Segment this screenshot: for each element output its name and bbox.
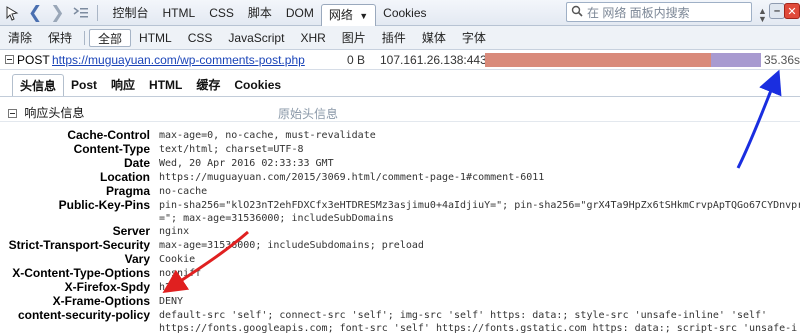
header-value-continued: https://fonts.googleapis.com; font-src '… (159, 323, 798, 334)
section-title: 响应头信息 (24, 106, 85, 120)
header-row: Public-Key-Pins pin-sha256="klO23nT2ehFD… (0, 198, 800, 226)
tab-console[interactable]: 控制台 (106, 3, 156, 23)
detail-tab-cookies[interactable]: Cookies (227, 74, 288, 96)
clear-button[interactable]: 清除 (0, 29, 40, 47)
timing-bar-waiting[interactable] (711, 53, 761, 67)
filter-plugins[interactable]: 插件 (374, 29, 414, 47)
back-arrow-icon[interactable]: ❮ (28, 3, 42, 23)
tab-network-label: 网络 (328, 7, 353, 22)
header-row: Date Wed, 20 Apr 2016 02:33:33 GMT (0, 156, 800, 170)
nav-down-icon[interactable]: ▼ (758, 14, 767, 24)
header-row: Server nginx (0, 224, 800, 238)
minimize-icon[interactable]: – (769, 3, 785, 19)
tab-network[interactable]: 网络 ▼ (320, 3, 377, 26)
header-name: Content-Type (73, 142, 150, 156)
filter-fonts[interactable]: 字体 (454, 29, 494, 47)
detail-tab-post[interactable]: Post (64, 74, 104, 96)
console-list-icon[interactable] (73, 5, 89, 21)
header-row: Pragma no-cache (0, 184, 800, 198)
header-name: content-security-policy (17, 308, 150, 322)
header-value: DENY (159, 296, 184, 307)
header-name: Vary (124, 252, 150, 266)
firebug-toolbar: ❮ ❯ 控制台 HTML CSS 脚本 DOM 网络 ▼ Cookies 在 网… (0, 0, 800, 26)
detail-tab-cache[interactable]: 缓存 (189, 74, 227, 96)
header-value: Cookie (159, 254, 196, 265)
header-row: Strict-Transport-Security max-age=315360… (0, 238, 800, 252)
header-value: max-age=0, no-cache, must-revalidate (159, 130, 376, 141)
request-remote-ip: 107.161.26.138:443 (380, 53, 487, 67)
response-headers-section[interactable]: 响应头信息 (8, 104, 84, 121)
tab-css[interactable]: CSS (202, 3, 241, 23)
header-name: Location (100, 170, 150, 184)
detail-tab-headers[interactable]: 头信息 (12, 74, 65, 96)
detail-tab-html[interactable]: HTML (142, 74, 189, 96)
filter-xhr[interactable]: XHR (292, 29, 333, 47)
header-name: Cache-Control (67, 128, 150, 142)
header-name: X-Firefox-Spdy (64, 280, 150, 294)
dropdown-icon[interactable]: ▼ (359, 11, 368, 21)
header-row: Content-Type text/html; charset=UTF-8 (0, 142, 800, 156)
filter-toolbar: 清除 保持 全部 HTML CSS JavaScript XHR 图片 插件 媒… (0, 26, 800, 50)
header-name: Server (112, 224, 150, 238)
header-name: Pragma (105, 184, 150, 198)
header-row: Vary Cookie (0, 252, 800, 266)
filter-separator (84, 30, 86, 45)
collapse-section-icon[interactable] (8, 109, 17, 118)
header-name: Public-Key-Pins (58, 198, 150, 212)
header-value: nosniff (159, 268, 202, 279)
header-name: Strict-Transport-Security (8, 238, 150, 252)
header-row: X-Frame-Options DENY (0, 294, 800, 308)
detail-tab-response[interactable]: 响应 (104, 74, 142, 96)
tab-html[interactable]: HTML (156, 3, 203, 23)
filter-javascript[interactable]: JavaScript (220, 29, 292, 47)
filter-html[interactable]: HTML (131, 29, 180, 47)
request-time: 35.36s (764, 53, 800, 67)
header-row: content-security-policy default-src 'sel… (0, 308, 800, 334)
firebug-icon[interactable] (4, 5, 20, 21)
request-method: POST (17, 53, 50, 67)
request-url[interactable]: https://muguayuan.com/wp-comments-post.p… (52, 53, 305, 67)
header-value: nginx (159, 226, 190, 237)
header-row: Location https://muguayuan.com/2015/3069… (0, 170, 800, 184)
forward-arrow-icon[interactable]: ❯ (50, 3, 64, 23)
header-row: X-Content-Type-Options nosniff (0, 266, 800, 280)
search-icon (571, 5, 583, 20)
header-value: h2 (159, 282, 172, 293)
request-row[interactable]: POST https://muguayuan.com/wp-comments-p… (0, 50, 800, 70)
header-value: no-cache (159, 186, 208, 197)
header-name: Date (123, 156, 150, 170)
detail-tabs: 头信息 Post 响应 HTML 缓存 Cookies (12, 72, 288, 96)
detail-tabs-divider (0, 96, 800, 97)
filter-css[interactable]: CSS (180, 29, 221, 47)
collapse-request-icon[interactable] (5, 55, 14, 64)
filter-media[interactable]: 媒体 (414, 29, 454, 47)
toolbar-separator (96, 4, 98, 21)
header-row: X-Firefox-Spdy h2 (0, 280, 800, 294)
header-name: X-Content-Type-Options (12, 266, 150, 280)
header-value: text/html; charset=UTF-8 (159, 144, 304, 155)
header-name: X-Frame-Options (52, 294, 150, 308)
tab-cookies[interactable]: Cookies (376, 3, 433, 23)
raw-headers-link[interactable]: 原始头信息 (278, 105, 338, 122)
filter-all[interactable]: 全部 (89, 28, 132, 47)
header-value: Wed, 20 Apr 2016 02:33:33 GMT (159, 158, 334, 169)
persist-button[interactable]: 保持 (40, 29, 80, 47)
header-row: Cache-Control max-age=0, no-cache, must-… (0, 128, 800, 142)
header-value: pin-sha256="klO23nT2ehFDXCfx3eHTDRESMz3a… (159, 200, 800, 211)
tab-script[interactable]: 脚本 (241, 3, 279, 23)
section-divider (0, 121, 800, 122)
header-value: max-age=31536000; includeSubdomains; pre… (159, 240, 424, 251)
request-size: 0 B (347, 53, 366, 67)
header-value: https://muguayuan.com/2015/3069.html/com… (159, 172, 545, 183)
header-value: default-src 'self'; connect-src 'self'; … (159, 310, 768, 321)
search-placeholder: 在 网络 面板内搜索 (587, 5, 690, 20)
timing-bar-blocked[interactable] (485, 53, 711, 67)
filter-images[interactable]: 图片 (334, 29, 374, 47)
search-input[interactable]: 在 网络 面板内搜索 (566, 2, 752, 22)
tab-dom[interactable]: DOM (279, 3, 321, 23)
close-icon[interactable]: ✕ (784, 3, 800, 19)
